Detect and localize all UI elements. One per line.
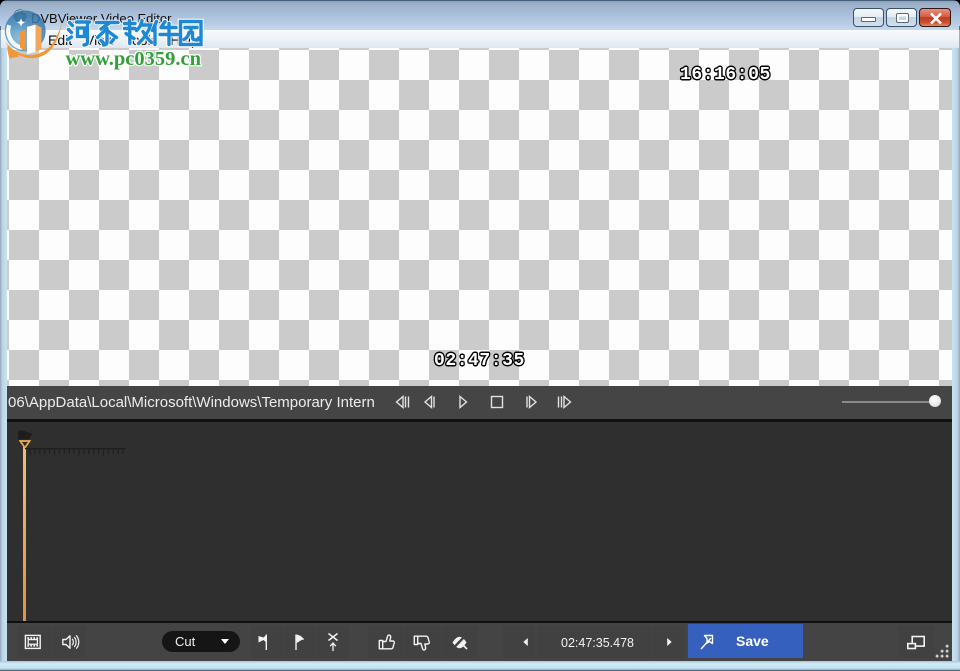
svg-text:www.pc0359.cn: www.pc0359.cn [66,48,202,70]
